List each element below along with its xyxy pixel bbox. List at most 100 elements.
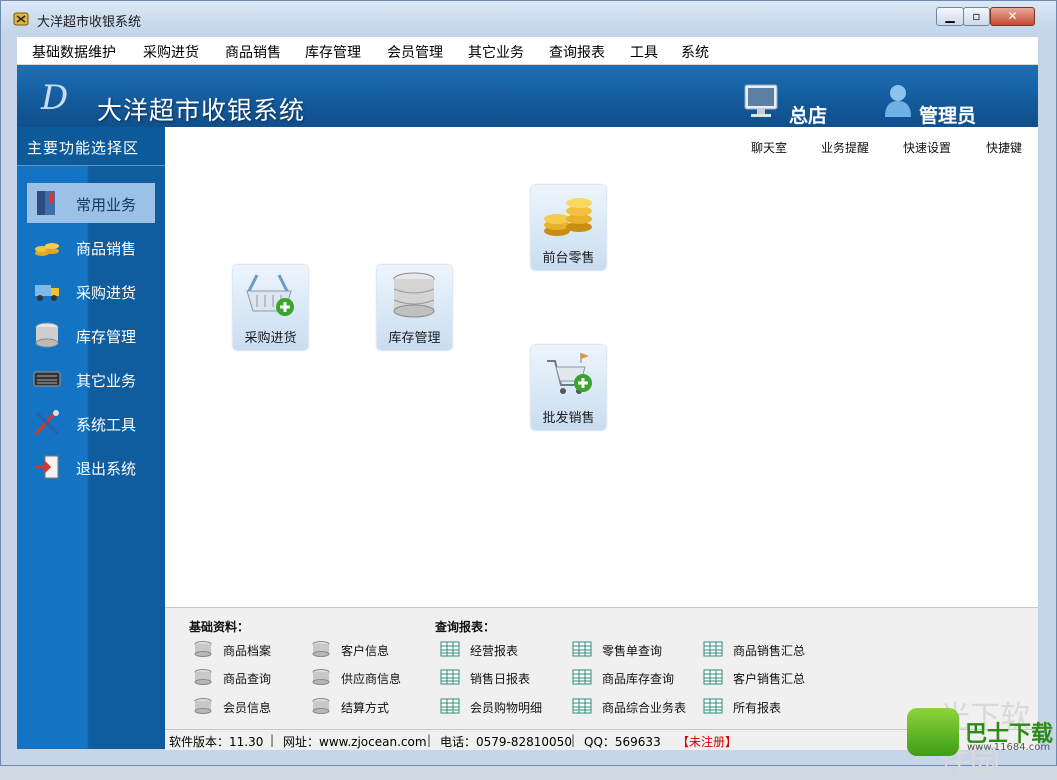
daily-sales-report-link[interactable]: 销售日报表 bbox=[440, 669, 531, 687]
product-sales-summary-link[interactable]: 商品销售汇总 bbox=[703, 641, 805, 659]
sidebar-item-label: 其它业务 bbox=[76, 372, 137, 390]
quick-item-label: 商品库存查询 bbox=[602, 672, 675, 686]
app-icon bbox=[13, 12, 29, 26]
chatroom-link[interactable]: 聊天室 bbox=[751, 139, 787, 156]
book-icon bbox=[37, 191, 55, 215]
quick-item-label: 结算方式 bbox=[341, 701, 390, 715]
sidebar-item-label: 商品销售 bbox=[76, 240, 137, 258]
sidebar-item-tools[interactable]: 系统工具 bbox=[27, 403, 155, 443]
function-sidebar: 主要功能选择区 常用业务 商品销售 采购进货 库存管理 其它业务 系统工具 退出… bbox=[17, 127, 165, 749]
menu-reports[interactable]: 查询报表 bbox=[549, 42, 605, 62]
member-purchase-detail-link[interactable]: 会员购物明细 bbox=[440, 698, 543, 716]
customer-sales-summary-link[interactable]: 客户销售汇总 bbox=[703, 669, 806, 687]
cart-add-icon bbox=[547, 353, 592, 394]
menu-tools[interactable]: 工具 bbox=[630, 42, 658, 62]
company-logo: D bbox=[41, 78, 69, 118]
maximize-button[interactable]: ▫ bbox=[963, 7, 990, 26]
database-icon bbox=[393, 272, 435, 318]
download-watermark: 巴士下载 www.11684.com bbox=[895, 700, 1055, 764]
software-version: 软件版本：11.30 bbox=[169, 735, 264, 749]
sidebar-item-exit[interactable]: 退出系统 bbox=[27, 447, 155, 487]
table-icon bbox=[440, 698, 460, 714]
table-icon bbox=[440, 641, 460, 657]
database-icon bbox=[312, 641, 330, 657]
retail-tile[interactable]: 前台零售 bbox=[531, 185, 606, 270]
tile-label: 库存管理 bbox=[388, 331, 441, 346]
quick-item-label: 所有报表 bbox=[733, 701, 782, 715]
quick-item-label: 客户销售汇总 bbox=[733, 672, 806, 686]
quick-item-label: 经营报表 bbox=[470, 644, 519, 658]
shortcut-keys-link[interactable]: 快捷键 bbox=[986, 139, 1022, 156]
qq-text: QQ：569633 bbox=[584, 735, 661, 749]
database-icon bbox=[194, 669, 212, 685]
sidebar-item-common[interactable]: 常用业务 bbox=[27, 183, 155, 223]
table-icon bbox=[703, 698, 723, 714]
sidebar-item-label: 常用业务 bbox=[76, 196, 137, 214]
sidebar-item-label: 采购进货 bbox=[76, 284, 137, 302]
menu-other[interactable]: 其它业务 bbox=[468, 42, 524, 62]
quick-item-label: 客户信息 bbox=[341, 644, 390, 658]
database-icon bbox=[312, 698, 330, 714]
menu-members[interactable]: 会员管理 bbox=[387, 42, 443, 62]
wholesale-tile[interactable]: 批发销售 bbox=[531, 345, 606, 430]
watermark-logo-icon bbox=[907, 708, 959, 756]
status-separator: | bbox=[571, 733, 576, 747]
sidebar-title: 主要功能选择区 bbox=[27, 139, 140, 157]
business-reminder-link[interactable]: 业务提醒 bbox=[821, 139, 869, 156]
website-text: 网址：www.zjocean.com bbox=[283, 735, 427, 749]
user-name: 管理员 bbox=[919, 105, 977, 127]
sidebar-header: 主要功能选择区 bbox=[17, 127, 165, 166]
keyboard-icon bbox=[33, 371, 61, 387]
monitor-icon bbox=[744, 84, 778, 117]
customer-info-link[interactable]: 客户信息 bbox=[312, 641, 390, 659]
store-name: 总店 bbox=[789, 105, 828, 127]
quick-item-label: 商品查询 bbox=[223, 672, 272, 686]
product-stock-query-link[interactable]: 商品库存查询 bbox=[572, 669, 675, 687]
business-report-link[interactable]: 经营报表 bbox=[440, 641, 519, 659]
close-icon: ✕ bbox=[1007, 9, 1018, 23]
quick-item-label: 会员信息 bbox=[223, 701, 272, 715]
main-panel: 聊天室 业务提醒 快速设置 快捷键 前台零售 采购进货 库存管理 批发销售 bbox=[165, 127, 1038, 607]
sidebar-item-purchase[interactable]: 采购进货 bbox=[27, 271, 155, 311]
sidebar-item-label: 系统工具 bbox=[76, 416, 137, 434]
menu-inventory[interactable]: 库存管理 bbox=[305, 42, 361, 62]
close-button[interactable]: ✕ bbox=[990, 7, 1035, 26]
basic-data-header: 基础资料： bbox=[189, 620, 250, 634]
sidebar-item-other[interactable]: 其它业务 bbox=[27, 359, 155, 399]
status-separator: | bbox=[427, 733, 432, 747]
tile-label: 批发销售 bbox=[542, 411, 595, 426]
quick-item-label: 商品档案 bbox=[223, 644, 272, 658]
product-business-summary-link[interactable]: 商品综合业务表 bbox=[572, 698, 687, 716]
quick-item-label: 零售单查询 bbox=[602, 644, 663, 658]
status-separator: | bbox=[270, 733, 275, 747]
quick-item-label: 会员购物明细 bbox=[470, 701, 543, 715]
header-banner: D 大洋超市收银系统 总店 管理员 bbox=[17, 65, 1038, 127]
quick-item-label: 商品综合业务表 bbox=[602, 701, 687, 715]
menu-system[interactable]: 系统 bbox=[681, 42, 709, 62]
purchase-tile[interactable]: 采购进货 bbox=[233, 265, 308, 350]
sidebar-item-label: 退出系统 bbox=[76, 460, 137, 478]
sidebar-item-label: 库存管理 bbox=[76, 328, 137, 346]
retail-order-query-link[interactable]: 零售单查询 bbox=[572, 641, 663, 659]
supplier-info-link[interactable]: 供应商信息 bbox=[312, 669, 401, 687]
sidebar-item-inventory[interactable]: 库存管理 bbox=[27, 315, 155, 355]
menu-purchase[interactable]: 采购进货 bbox=[143, 42, 199, 62]
quick-settings-link[interactable]: 快速设置 bbox=[903, 139, 951, 156]
minimize-button[interactable]: ▁ bbox=[936, 7, 964, 26]
quick-item-label: 销售日报表 bbox=[470, 672, 531, 686]
inventory-tile[interactable]: 库存管理 bbox=[377, 265, 452, 350]
sidebar-item-sales[interactable]: 商品销售 bbox=[27, 227, 155, 267]
menu-basic-data[interactable]: 基础数据维护 bbox=[32, 42, 116, 62]
product-archive-link[interactable]: 商品档案 bbox=[194, 641, 272, 659]
product-query-link[interactable]: 商品查询 bbox=[194, 669, 272, 687]
truck-icon bbox=[35, 285, 59, 301]
all-reports-link[interactable]: 所有报表 bbox=[703, 698, 782, 716]
coins-icon bbox=[35, 243, 59, 256]
table-icon bbox=[572, 698, 592, 714]
table-icon bbox=[440, 669, 460, 685]
menu-sales[interactable]: 商品销售 bbox=[225, 42, 281, 62]
settlement-method-link[interactable]: 结算方式 bbox=[312, 698, 390, 716]
tile-label: 采购进货 bbox=[244, 331, 297, 346]
table-icon bbox=[572, 669, 592, 685]
member-info-link[interactable]: 会员信息 bbox=[194, 698, 272, 716]
